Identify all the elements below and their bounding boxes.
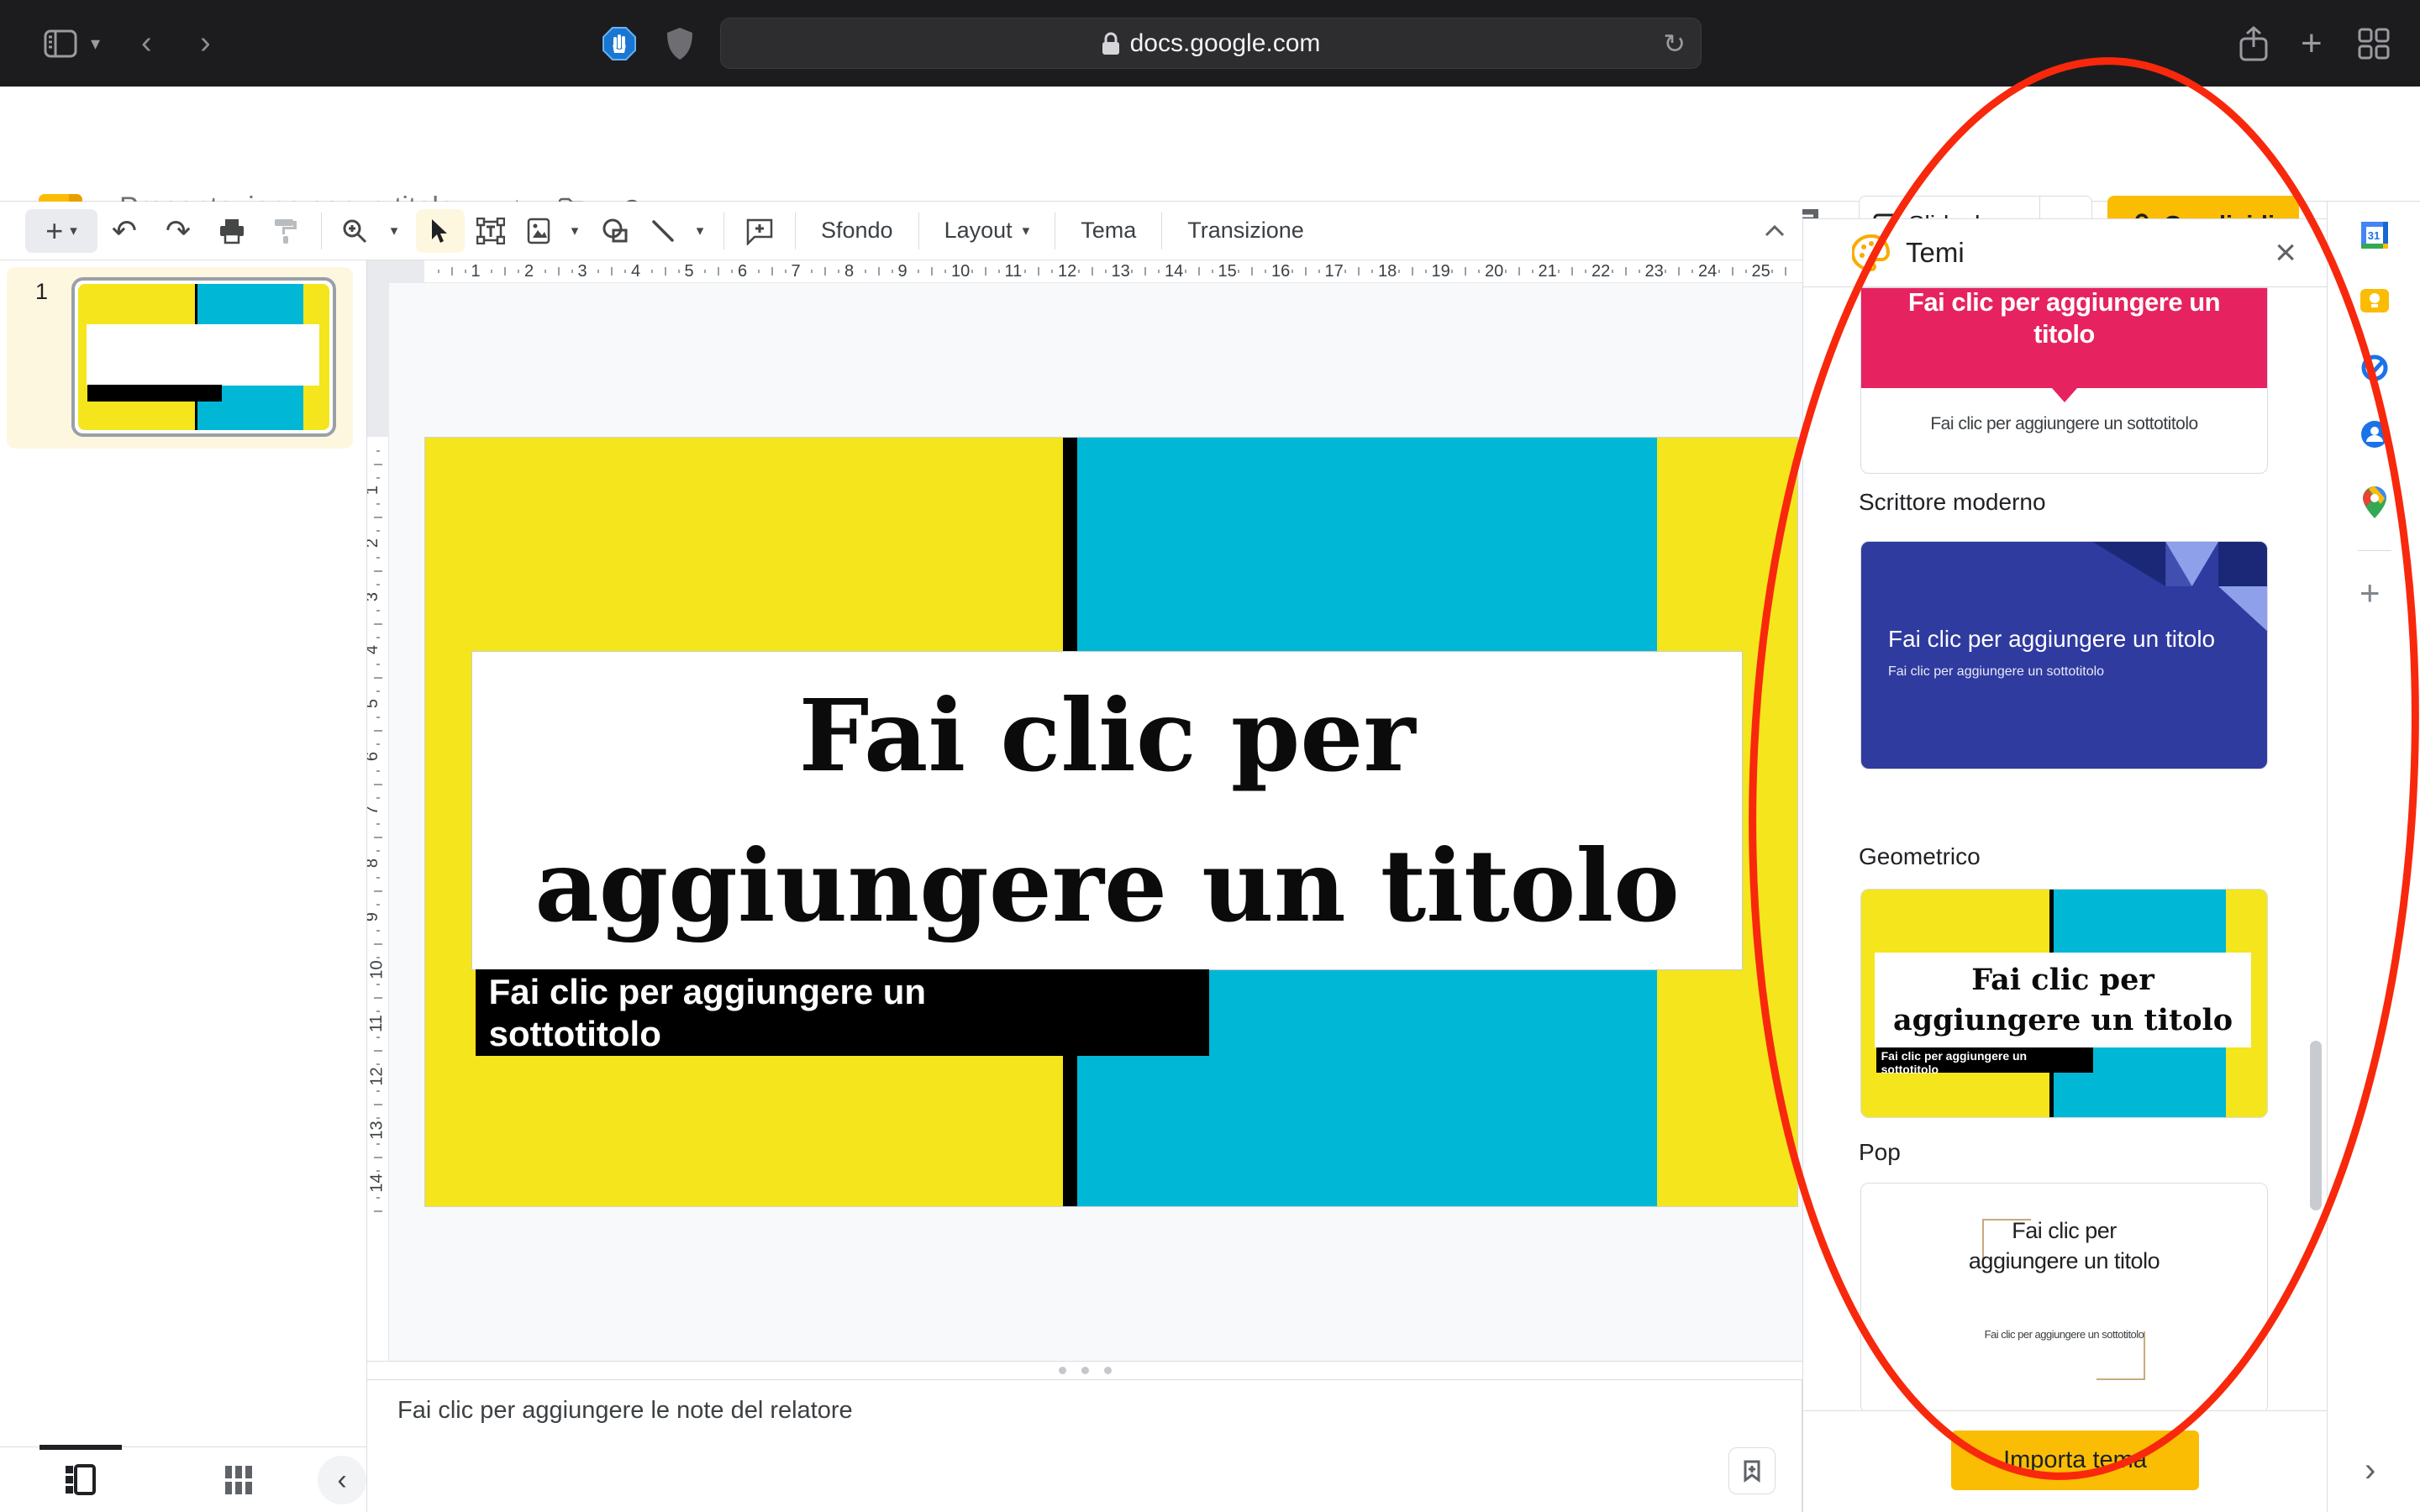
google-slides-window: ▾ ‹ › docs.google.com ↻ + Presentazione … (0, 0, 2420, 1512)
theme-name-label: Scrittore moderno (1859, 489, 2046, 516)
luxe-subtitle: Fai clic per aggiungere un sottotitolo (1985, 1328, 2144, 1342)
sidebar-divider (2358, 550, 2391, 551)
address-bar[interactable]: docs.google.com ↻ (720, 18, 1702, 69)
horizontal-ruler: 1234567891011121314151617181920212223242… (389, 260, 1802, 283)
back-icon[interactable]: ‹ (141, 25, 152, 61)
themes-panel-header: Temi × (1803, 219, 2327, 287)
insert-comment-button[interactable] (733, 209, 786, 253)
svg-text:31: 31 (2368, 229, 2380, 242)
theme-card-scrittore-moderno[interactable]: Fai clic per aggiungere un titolo Fai cl… (1860, 287, 2268, 474)
title-placeholder[interactable]: Fai clic per aggiungere un titolo (471, 651, 1744, 970)
title-line-1: Fai clic per (799, 660, 1416, 811)
theme-name-label: Geometrico (1859, 843, 1981, 870)
import-theme-button[interactable]: Importa tema (1951, 1431, 2199, 1490)
notes-resize-handle[interactable] (367, 1361, 1802, 1380)
scrittore-pointer (2052, 388, 2077, 402)
browser-toolbar: ▾ ‹ › docs.google.com ↻ + (0, 0, 2420, 87)
collapse-toolbar-icon[interactable] (1762, 209, 1787, 253)
get-add-ons-icon[interactable]: + (2360, 578, 2381, 608)
slide-number: 1 (35, 279, 48, 305)
view-switcher-bar: ‹ (0, 1446, 367, 1512)
subtitle-placeholder[interactable]: Fai clic per aggiungere un sottotitolo (476, 969, 1210, 1055)
geometrico-title: Fai clic per aggiungere un titolo (1888, 626, 2215, 653)
image-dropdown[interactable]: ▾ (560, 209, 589, 253)
sidebar-toggle-icon[interactable] (44, 29, 77, 58)
share-icon[interactable] (2238, 25, 2269, 62)
title-line-2: aggiungere un titolo (534, 811, 1680, 961)
slide-canvas: 1234567891011121314151617181920212223242… (367, 260, 1802, 1380)
hide-side-panel-icon[interactable]: › (2365, 1452, 2375, 1489)
transition-button[interactable]: Transizione (1171, 209, 1321, 253)
google-contacts-icon[interactable] (2360, 419, 2390, 449)
select-tool-button[interactable] (416, 209, 465, 253)
theme-card-luxe[interactable]: Fai clic per aggiungere un titolo Fai cl… (1860, 1183, 2268, 1410)
app-header: Presentazione senza titolo ☆ FileModific… (0, 87, 2420, 202)
zoom-button[interactable] (330, 209, 379, 253)
collapse-filmstrip-icon[interactable]: ‹ (318, 1456, 366, 1504)
layout-button[interactable]: Layout▾ (928, 209, 1047, 253)
palette-icon (1852, 234, 1891, 272)
url-text: docs.google.com (1130, 29, 1321, 58)
subtitle-line-2: sottotitolo (489, 1013, 1197, 1055)
tab-overview-icon[interactable] (2358, 28, 2390, 60)
subtitle-line-1: Fai clic per aggiungere un (489, 971, 1197, 1013)
quick-access-sidebar: 31 + › (2327, 202, 2420, 1512)
paint-format-button[interactable] (259, 209, 313, 253)
insert-shape-button[interactable] (589, 209, 641, 253)
pop-subtitle: Fai clic per aggiungere un sottotitolo (1876, 1047, 2093, 1073)
print-button[interactable] (205, 209, 259, 253)
google-tasks-icon[interactable] (2360, 353, 2390, 383)
speaker-notes-panel: Fai clic per aggiungere le note del rela… (367, 1380, 1802, 1512)
insert-image-button[interactable] (517, 209, 560, 253)
notes-action-button[interactable] (1728, 1447, 1776, 1494)
page-lock-icon (1102, 32, 1120, 55)
undo-button[interactable]: ↶ (97, 209, 151, 253)
luxe-title: Fai clic per aggiungere un titolo (1960, 1215, 2170, 1277)
slide-editor[interactable]: Fai clic per aggiungere un titolo Fai cl… (424, 437, 1798, 1207)
theme-card-geometrico[interactable]: Fai clic per aggiungere un titolo Fai cl… (1860, 541, 2268, 769)
sidebar-chevron-down-icon[interactable]: ▾ (91, 33, 100, 55)
theme-card-pop[interactable]: Fai clic per aggiungere un titolo Fai cl… (1860, 889, 2268, 1118)
theme-name-label: Pop (1859, 1139, 1901, 1166)
geometrico-triangles (1861, 542, 2267, 769)
content-blocker-icon[interactable] (602, 26, 637, 61)
forward-icon[interactable]: › (200, 25, 211, 61)
active-view-indicator (39, 1445, 122, 1450)
grid-view-icon[interactable] (224, 1464, 255, 1500)
pop-title: Fai clic per aggiungere un titolo (1875, 953, 2251, 1047)
new-tab-icon[interactable]: + (2301, 23, 2323, 65)
vertical-ruler: 1234567891011121314 (367, 283, 389, 1380)
themes-list: Fai clic per aggiungere un titolo Fai cl… (1803, 287, 2327, 1410)
close-panel-icon[interactable]: × (2275, 234, 2296, 271)
theme-button[interactable]: Tema (1064, 209, 1153, 253)
google-keep-icon[interactable] (2360, 286, 2390, 316)
new-slide-button[interactable]: +▾ (25, 209, 97, 253)
google-maps-icon[interactable] (2360, 487, 2390, 517)
text-box-button[interactable] (465, 209, 517, 253)
google-calendar-icon[interactable]: 31 (2360, 220, 2390, 250)
line-dropdown[interactable]: ▾ (685, 209, 715, 253)
redo-button[interactable]: ↷ (151, 209, 205, 253)
themes-panel: Temi × Fai clic per aggiungere un titolo… (1802, 218, 2327, 1512)
scrittore-subtitle: Fai clic per aggiungere un sottotitolo (1861, 414, 2267, 434)
speaker-notes-input[interactable]: Fai clic per aggiungere le note del rela… (397, 1397, 853, 1425)
geometrico-subtitle: Fai clic per aggiungere un sottotitolo (1888, 664, 2104, 680)
privacy-shield-icon[interactable] (666, 26, 694, 61)
filmstrip-panel: 1 (0, 260, 367, 1446)
slide-thumbnail[interactable] (71, 277, 336, 437)
edit-toolbar: +▾ ↶ ↷ ▾ ▾ ▾ (0, 202, 1802, 260)
insert-line-button[interactable] (641, 209, 685, 253)
themes-panel-title: Temi (1906, 237, 1965, 269)
filmstrip-view-icon[interactable] (64, 1464, 96, 1500)
themes-scrollbar[interactable] (2310, 1041, 2322, 1210)
background-button[interactable]: Sfondo (804, 209, 910, 253)
layout-label: Layout (944, 218, 1013, 244)
reload-icon[interactable]: ↻ (1663, 28, 1686, 60)
zoom-dropdown[interactable]: ▾ (379, 209, 409, 253)
scrittore-title-block: Fai clic per aggiungere un titolo (1861, 288, 2267, 388)
